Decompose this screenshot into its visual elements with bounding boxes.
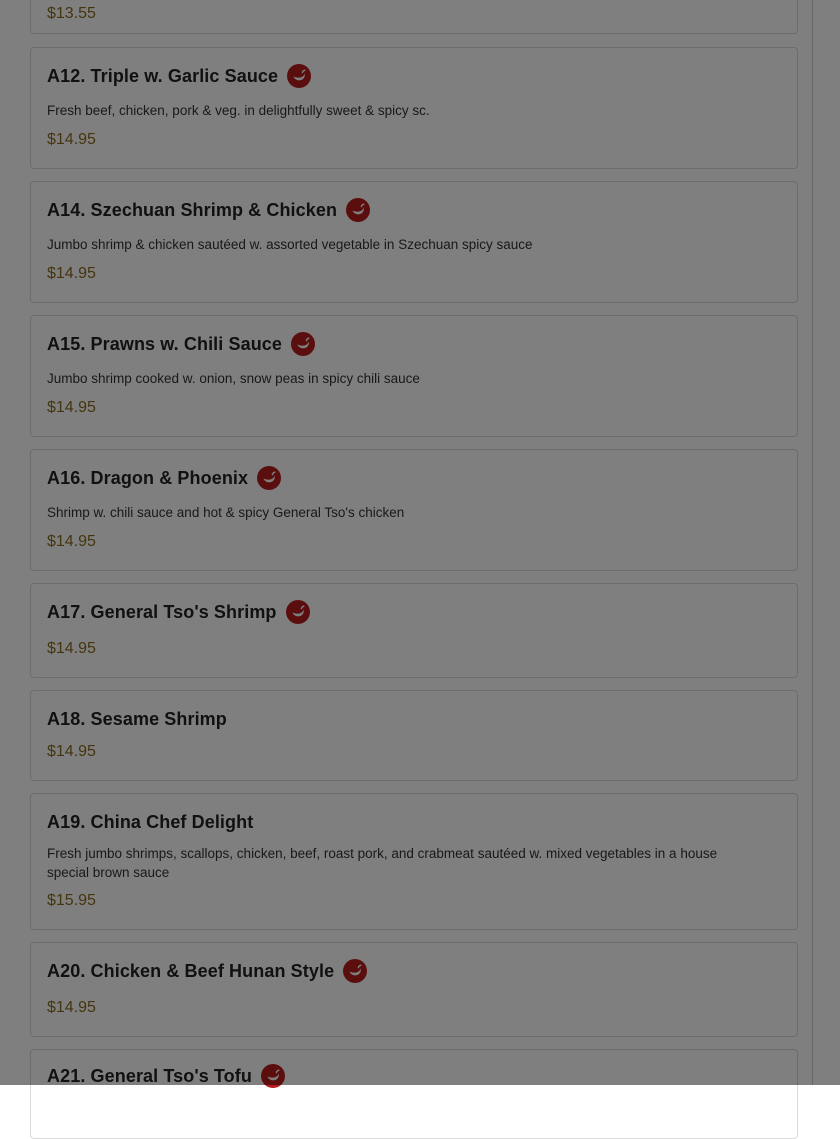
menu-item-card[interactable]: A15. Prawns w. Chili Sauce Jumbo shrimp … xyxy=(30,315,798,437)
item-price: $14.95 xyxy=(47,743,96,760)
chili-pepper-icon xyxy=(260,1064,285,1088)
chili-pepper-icon xyxy=(257,466,282,490)
menu-list: $13.55 A12. Triple w. Garlic Sauce Fresh… xyxy=(0,0,812,1139)
menu-item-card[interactable]: A14. Szechuan Shrimp & Chicken Jumbo shr… xyxy=(30,181,798,303)
item-description: Fresh beef, chicken, pork & veg. in deli… xyxy=(47,103,430,118)
item-price: $14.95 xyxy=(47,533,96,550)
item-price: $14.95 xyxy=(47,265,96,282)
item-title: A12. Triple w. Garlic Sauce xyxy=(47,65,279,86)
item-description: Fresh jumbo shrimps, scallops, chicken, … xyxy=(47,846,718,880)
menu-item-card[interactable]: A16. Dragon & Phoenix Shrimp w. chili sa… xyxy=(30,449,798,571)
page-divider xyxy=(812,0,813,1085)
menu-item-card[interactable]: $13.55 xyxy=(30,0,798,34)
item-title: A17. General Tso's Shrimp xyxy=(47,601,277,622)
menu-item-card[interactable]: A20. Chicken & Beef Hunan Style $14.95 xyxy=(30,942,798,1037)
chili-pepper-icon xyxy=(346,198,371,222)
item-price: $14.95 xyxy=(47,640,96,657)
item-description: Jumbo shrimp cooked w. onion, snow peas … xyxy=(47,371,420,386)
item-price: $14.95 xyxy=(47,399,96,416)
menu-item-card[interactable]: A21. General Tso's Tofu xyxy=(30,1049,798,1139)
item-title: A19. China Chef Delight xyxy=(47,811,254,832)
item-title: A14. Szechuan Shrimp & Chicken xyxy=(47,199,338,220)
item-price: $14.95 xyxy=(47,131,96,148)
item-title: A20. Chicken & Beef Hunan Style xyxy=(47,960,335,981)
item-title: A18. Sesame Shrimp xyxy=(47,708,227,729)
item-title: A16. Dragon & Phoenix xyxy=(47,467,249,488)
chili-pepper-icon xyxy=(285,600,310,624)
item-price: $15.95 xyxy=(47,892,96,909)
chili-pepper-icon xyxy=(287,64,312,88)
menu-item-card[interactable]: A19. China Chef Delight Fresh jumbo shri… xyxy=(30,793,798,930)
item-title: A15. Prawns w. Chili Sauce xyxy=(47,333,283,354)
item-description: Jumbo shrimp & chicken sautéed w. assort… xyxy=(47,237,533,252)
item-description: Shrimp w. chili sauce and hot & spicy Ge… xyxy=(47,505,405,520)
item-price: $13.55 xyxy=(47,5,96,22)
menu-item-card[interactable]: A12. Triple w. Garlic Sauce Fresh beef, … xyxy=(30,47,798,169)
chili-pepper-icon xyxy=(291,332,316,356)
item-title: A21. General Tso's Tofu xyxy=(47,1065,252,1086)
item-price: $14.95 xyxy=(47,999,96,1016)
menu-item-card[interactable]: A18. Sesame Shrimp $14.95 xyxy=(30,690,798,781)
menu-item-card[interactable]: A17. General Tso's Shrimp $14.95 xyxy=(30,583,798,678)
chili-pepper-icon xyxy=(343,959,368,983)
